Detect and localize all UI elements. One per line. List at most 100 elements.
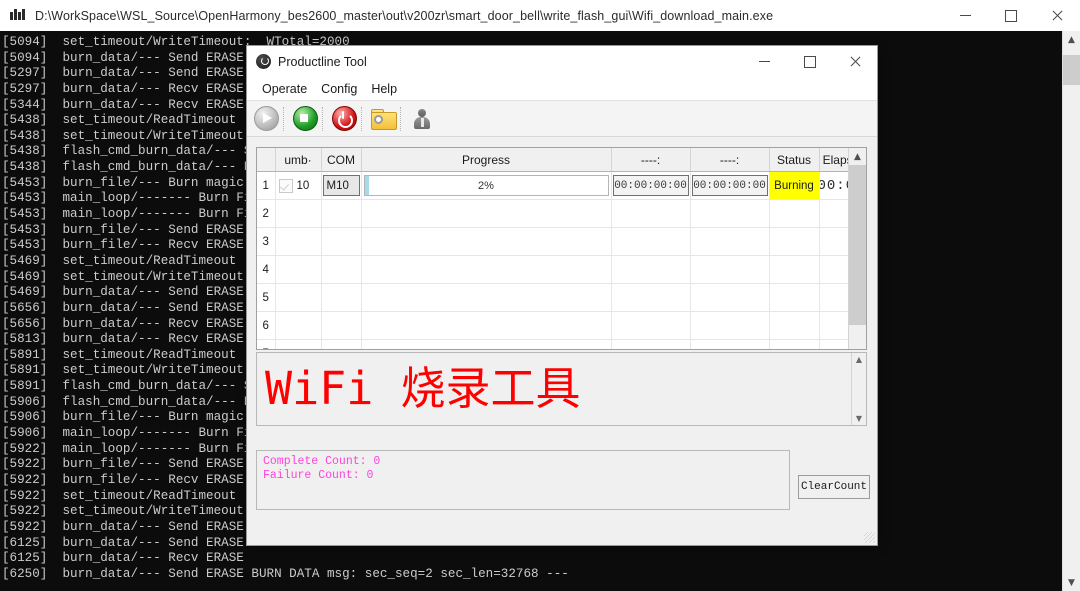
toolbar-separator (400, 107, 405, 131)
cell-progress[interactable]: 2% (361, 172, 611, 200)
cell-com[interactable] (321, 312, 361, 340)
cell-time2[interactable] (690, 340, 769, 351)
row-checkbox[interactable] (279, 179, 293, 193)
cell-time2[interactable] (690, 312, 769, 340)
cell-progress[interactable] (361, 200, 611, 228)
minimize-button[interactable] (942, 0, 988, 31)
clear-count-button[interactable]: ClearCount (798, 475, 870, 499)
time-field-1[interactable]: 00:00:00:00 (613, 175, 689, 196)
col-header-time2[interactable]: ----: (690, 148, 769, 172)
table-row[interactable]: 110M102%00:00:00:0000:00:00:00Burning00:… (257, 172, 867, 200)
dialog-toolbar (247, 100, 877, 137)
config-folder-button[interactable] (368, 104, 398, 134)
col-header-com[interactable]: COM (321, 148, 361, 172)
start-button[interactable] (251, 104, 281, 134)
maximize-button[interactable] (988, 0, 1034, 31)
time-field-2[interactable]: 00:00:00:00 (692, 175, 768, 196)
cell-status[interactable]: Burning (769, 172, 819, 200)
cell-time1[interactable] (611, 340, 690, 351)
cell-com[interactable] (321, 200, 361, 228)
scroll-up-icon[interactable]: ▲ (852, 353, 866, 366)
console-scrollbar[interactable]: ▲ ▼ (1062, 31, 1080, 591)
cell-number[interactable]: 10 (275, 172, 321, 200)
cell-time1[interactable] (611, 200, 690, 228)
col-header-time1[interactable]: ----: (611, 148, 690, 172)
cell-time2[interactable] (690, 256, 769, 284)
dialog-minimize-button[interactable] (742, 46, 787, 77)
dialog-close-button[interactable] (832, 46, 877, 77)
power-button[interactable] (329, 104, 359, 134)
console-scrollbar-thumb[interactable] (1063, 55, 1080, 85)
cell-number[interactable] (275, 256, 321, 284)
cell-progress[interactable] (361, 312, 611, 340)
cell-number[interactable] (275, 340, 321, 351)
row-index[interactable]: 5 (257, 284, 275, 312)
table-row[interactable]: 5 (257, 284, 867, 312)
cell-com[interactable] (321, 340, 361, 351)
cell-number[interactable] (275, 200, 321, 228)
cell-status[interactable] (769, 256, 819, 284)
col-header-progress[interactable]: Progress (361, 148, 611, 172)
table-row[interactable]: 7 (257, 340, 867, 351)
device-table-scrollbar[interactable]: ▲ (848, 148, 866, 349)
com-port-select[interactable]: M10 (323, 175, 360, 196)
cell-number[interactable] (275, 312, 321, 340)
stop-button[interactable] (290, 104, 320, 134)
table-row[interactable]: 3 (257, 228, 867, 256)
minimize-icon (759, 61, 770, 62)
scroll-down-icon[interactable]: ▼ (852, 412, 866, 425)
table-corner-cell[interactable] (257, 148, 275, 172)
row-index[interactable]: 3 (257, 228, 275, 256)
row-index[interactable]: 1 (257, 172, 275, 200)
cell-status[interactable] (769, 200, 819, 228)
device-table-scrollbar-thumb[interactable] (849, 165, 866, 325)
cell-progress[interactable] (361, 256, 611, 284)
cell-com[interactable] (321, 228, 361, 256)
cell-time2[interactable] (690, 228, 769, 256)
scroll-up-icon[interactable]: ▲ (849, 148, 866, 165)
stop-icon (293, 106, 318, 131)
counters-panel[interactable]: Complete Count: 0 Failure Count: 0 (256, 450, 790, 510)
cell-progress[interactable] (361, 284, 611, 312)
resize-grip[interactable] (864, 532, 875, 543)
table-row[interactable]: 6 (257, 312, 867, 340)
banner-scrollbar[interactable]: ▲ ▼ (851, 353, 866, 425)
cell-number[interactable] (275, 284, 321, 312)
user-button[interactable] (407, 104, 437, 134)
scroll-down-icon[interactable]: ▼ (1063, 574, 1080, 591)
cell-status[interactable] (769, 312, 819, 340)
cell-progress[interactable] (361, 228, 611, 256)
dialog-maximize-button[interactable] (787, 46, 832, 77)
menu-config[interactable]: Config (314, 80, 364, 98)
row-index[interactable]: 7 (257, 340, 275, 351)
cell-time1[interactable] (611, 312, 690, 340)
cell-progress[interactable] (361, 340, 611, 351)
cell-time2[interactable]: 00:00:00:00 (690, 172, 769, 200)
cell-time2[interactable] (690, 200, 769, 228)
table-row[interactable]: 4 (257, 256, 867, 284)
row-index[interactable]: 4 (257, 256, 275, 284)
close-icon (849, 56, 861, 68)
cell-time1[interactable] (611, 256, 690, 284)
col-header-number[interactable]: umb· (275, 148, 321, 172)
table-row[interactable]: 2 (257, 200, 867, 228)
device-table[interactable]: umb· COM Progress ----: ----: Status Ela… (256, 147, 867, 350)
cell-status[interactable] (769, 284, 819, 312)
cell-time1[interactable] (611, 284, 690, 312)
close-button[interactable] (1034, 0, 1080, 31)
cell-com[interactable] (321, 284, 361, 312)
row-index[interactable]: 2 (257, 200, 275, 228)
cell-status[interactable] (769, 228, 819, 256)
cell-time2[interactable] (690, 284, 769, 312)
row-index[interactable]: 6 (257, 312, 275, 340)
scroll-up-icon[interactable]: ▲ (1063, 31, 1080, 48)
col-header-status[interactable]: Status (769, 148, 819, 172)
cell-com[interactable] (321, 256, 361, 284)
menu-operate[interactable]: Operate (255, 80, 314, 98)
cell-status[interactable] (769, 340, 819, 351)
cell-time1[interactable] (611, 228, 690, 256)
menu-help[interactable]: Help (364, 80, 404, 98)
cell-time1[interactable]: 00:00:00:00 (611, 172, 690, 200)
cell-number[interactable] (275, 228, 321, 256)
cell-com[interactable]: M10 (321, 172, 361, 200)
